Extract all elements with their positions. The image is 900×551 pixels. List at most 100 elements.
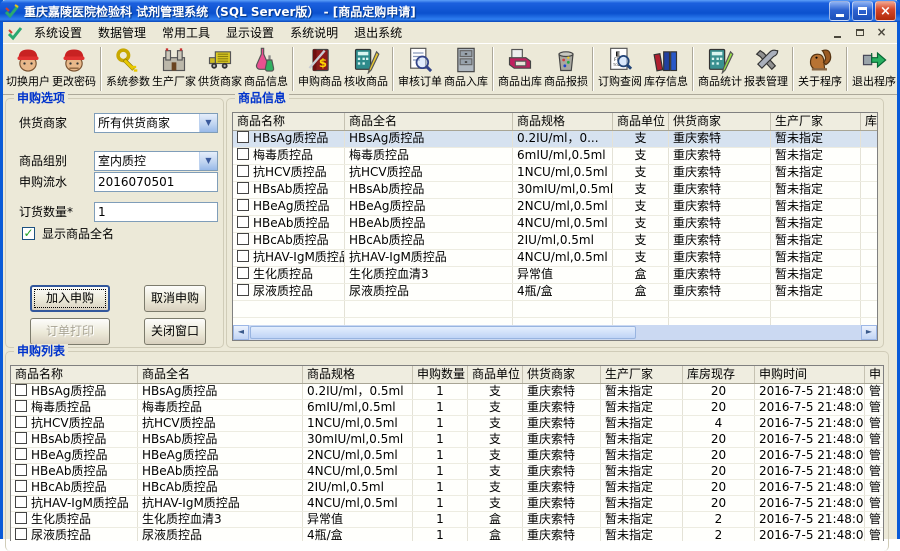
column-header[interactable]: 商品规格 [513, 113, 613, 130]
toolbar-button-report-loss[interactable]: 商品报损 [543, 45, 589, 93]
menu-item-exit-system[interactable]: 退出系统 [346, 24, 410, 42]
table-row[interactable]: HBsAb质控品HBsAb质控品30mIU/ml,0.5ml支重庆索特暂未指定 [233, 182, 877, 199]
row-checkbox[interactable] [237, 284, 249, 296]
table-row[interactable]: HBsAg质控品HBsAg质控品0.2IU/ml，0.5ml1支重庆索特暂未指定… [11, 384, 883, 400]
row-checkbox[interactable] [237, 199, 249, 211]
row-checkbox[interactable] [15, 528, 27, 540]
column-header[interactable]: 供货商家 [669, 113, 771, 130]
scrollbar-thumb[interactable] [250, 326, 636, 339]
scroll-right-icon[interactable]: ► [861, 325, 877, 340]
maximize-button[interactable] [852, 1, 873, 21]
column-header[interactable]: 生产厂家 [601, 366, 683, 383]
show-full-name-checkbox[interactable]: ✓ [22, 227, 35, 240]
row-checkbox[interactable] [237, 216, 249, 228]
row-checkbox[interactable] [15, 400, 27, 412]
row-checkbox[interactable] [237, 148, 249, 160]
table-row[interactable]: 尿液质控品尿液质控品4瓶/盒盒重庆索特暂未指定 [233, 284, 877, 301]
column-header[interactable]: 申购数量 [413, 366, 468, 383]
table-row[interactable]: 生化质控品生化质控血清3异常值盒重庆索特暂未指定 [233, 267, 877, 284]
column-header[interactable]: 商品单位 [468, 366, 523, 383]
table-row[interactable]: 梅毒质控品梅毒质控品6mIU/ml,0.5ml支重庆索特暂未指定 [233, 148, 877, 165]
row-checkbox[interactable] [237, 233, 249, 245]
row-checkbox[interactable] [237, 250, 249, 262]
table-row[interactable]: HBcAb质控品HBcAb质控品2IU/ml,0.5ml1支重庆索特暂未指定20… [11, 480, 883, 496]
child-close-button[interactable]: × [872, 24, 891, 41]
toolbar-button-purchase-request[interactable]: $申购商品 [297, 45, 343, 93]
toolbar-button-exit[interactable]: 退出程序 [851, 45, 897, 93]
horizontal-scrollbar[interactable]: ◄ ► [233, 325, 877, 340]
toolbar-button-product-stats[interactable]: 商品统计 [697, 45, 743, 93]
table-row[interactable]: HBsAb质控品HBsAb质控品30mIU/ml,0.5ml1支重庆索特暂未指定… [11, 432, 883, 448]
row-checkbox[interactable] [15, 416, 27, 428]
menu-item-data-management[interactable]: 数据管理 [90, 24, 154, 42]
toolbar-button-inventory-info[interactable]: 库存信息 [643, 45, 689, 93]
column-header[interactable]: 商品全名 [345, 113, 513, 130]
menu-item-system-help[interactable]: 系统说明 [282, 24, 346, 42]
toolbar-button-system-params[interactable]: 系统参数 [105, 45, 151, 93]
toolbar-button-switch-user[interactable]: 切换用户 [5, 45, 51, 93]
row-checkbox[interactable] [15, 384, 27, 396]
row-checkbox[interactable] [237, 165, 249, 177]
chevron-down-icon[interactable]: ▼ [199, 152, 217, 170]
column-header[interactable]: 库房现存 [683, 366, 755, 383]
toolbar-button-stock-out[interactable]: 商品出库 [497, 45, 543, 93]
print-order-button[interactable]: 订单打印 [30, 318, 110, 345]
toolbar-button-report-management[interactable]: 报表管理 [743, 45, 789, 93]
table-row[interactable]: 抗HCV质控品抗HCV质控品1NCU/ml,0.5ml1支重庆索特暂未指定420… [11, 416, 883, 432]
row-checkbox[interactable] [15, 512, 27, 524]
toolbar-button-order-review[interactable]: EFPTOZ订购查阅 [597, 45, 643, 93]
serial-input[interactable] [94, 172, 218, 192]
column-header[interactable]: 商品全名 [138, 366, 303, 383]
row-checkbox[interactable] [15, 432, 27, 444]
row-checkbox[interactable] [237, 182, 249, 194]
column-header[interactable]: 申购时间 [755, 366, 865, 383]
column-header[interactable]: 库 [861, 113, 878, 130]
menu-item-system-settings[interactable]: 系统设置 [26, 24, 90, 42]
toolbar-button-suppliers[interactable]: 供货商家 [197, 45, 243, 93]
table-row[interactable]: 梅毒质控品梅毒质控品6mIU/ml,0.5ml1支重庆索特暂未指定202016-… [11, 400, 883, 416]
table-row[interactable]: 抗HCV质控品抗HCV质控品1NCU/ml,0.5ml支重庆索特暂未指定 [233, 165, 877, 182]
minimize-button[interactable] [829, 1, 850, 21]
table-row[interactable]: 生化质控品生化质控血清3异常值1盒重庆索特暂未指定22016-7-5 21:48… [11, 512, 883, 528]
row-checkbox[interactable] [237, 131, 249, 143]
column-header[interactable]: 商品规格 [303, 366, 413, 383]
close-button[interactable]: × [875, 1, 896, 21]
column-header[interactable]: 商品单位 [613, 113, 669, 130]
menu-item-common-tools[interactable]: 常用工具 [154, 24, 218, 42]
supplier-select[interactable]: 所有供货商家 ▼ [94, 113, 218, 133]
column-header[interactable]: 申 [865, 366, 884, 383]
table-row[interactable]: 抗HAV-IgM质控品抗HAV-IgM质控品4NCU/ml,0.5ml1支重庆索… [11, 496, 883, 512]
child-restore-button[interactable] [850, 24, 869, 41]
row-checkbox[interactable] [237, 267, 249, 279]
row-checkbox[interactable] [15, 496, 27, 508]
table-row[interactable]: HBeAb质控品HBeAb质控品4NCU/ml,0.5ml1支重庆索特暂未指定2… [11, 464, 883, 480]
table-row[interactable]: HBeAg质控品HBeAg质控品2NCU/ml,0.5ml1支重庆索特暂未指定2… [11, 448, 883, 464]
child-minimize-button[interactable] [828, 24, 847, 41]
close-window-button[interactable]: 关闭窗口 [144, 318, 206, 345]
product-group-select[interactable]: 室内质控 ▼ [94, 151, 218, 171]
table-row[interactable]: HBeAg质控品HBeAg质控品2NCU/ml,0.5ml支重庆索特暂未指定 [233, 199, 877, 216]
toolbar-button-receive-goods[interactable]: 核收商品 [343, 45, 389, 93]
toolbar-button-product-info[interactable]: 商品信息 [243, 45, 289, 93]
table-row[interactable]: HBcAb质控品HBcAb质控品2IU/ml,0.5ml支重庆索特暂未指定 [233, 233, 877, 250]
toolbar-button-manufacturers[interactable]: 生产厂家 [151, 45, 197, 93]
row-checkbox[interactable] [15, 464, 27, 476]
toolbar-button-about[interactable]: 关于程序 [797, 45, 843, 93]
row-checkbox[interactable] [15, 448, 27, 460]
toolbar-button-stock-in[interactable]: 商品入库 [443, 45, 489, 93]
cancel-request-button[interactable]: 取消申购 [144, 285, 206, 312]
menu-item-display-settings[interactable]: 显示设置 [218, 24, 282, 42]
row-checkbox[interactable] [15, 480, 27, 492]
toolbar-button-audit-orders[interactable]: 审核订单 [397, 45, 443, 93]
qty-input[interactable] [94, 202, 218, 222]
toolbar-button-change-password[interactable]: 更改密码 [51, 45, 97, 93]
table-row[interactable]: HBeAb质控品HBeAb质控品4NCU/ml,0.5ml支重庆索特暂未指定 [233, 216, 877, 233]
table-row[interactable]: HBsAg质控品HBsAg质控品0.2IU/ml，0...支重庆索特暂未指定 [233, 131, 877, 148]
add-to-request-button[interactable]: 加入申购 [30, 285, 110, 312]
column-header[interactable]: 商品名称 [233, 113, 345, 130]
column-header[interactable]: 供货商家 [523, 366, 601, 383]
column-header[interactable]: 生产厂家 [771, 113, 861, 130]
column-header[interactable]: 商品名称 [11, 366, 138, 383]
chevron-down-icon[interactable]: ▼ [199, 114, 217, 132]
table-row[interactable]: 尿液质控品尿液质控品4瓶/盒1盒重庆索特暂未指定22016-7-5 21:48:… [11, 528, 883, 541]
